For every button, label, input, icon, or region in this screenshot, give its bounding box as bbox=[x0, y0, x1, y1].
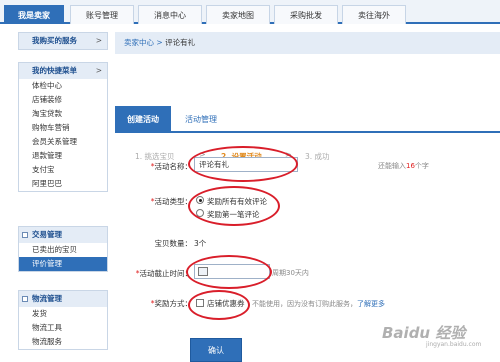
reward-option-shop-coupon: 店铺优惠券 bbox=[207, 299, 245, 308]
watermark: Baidu 经验 jingyan.baidu.com bbox=[382, 322, 494, 352]
confirm-button[interactable]: 确认 bbox=[190, 338, 242, 362]
watermark-subtext: jingyan.baidu.com bbox=[426, 341, 482, 348]
breadcrumb-seller-center[interactable]: 卖家中心 bbox=[124, 38, 154, 47]
panel-title: 我的快捷菜单 bbox=[32, 66, 77, 75]
radio-reward-first-review[interactable] bbox=[196, 209, 204, 217]
sidebar-panel-trade-header[interactable]: 交易管理 bbox=[19, 227, 107, 243]
sidebar-panel-services: 我购买的服务 > bbox=[18, 32, 108, 50]
tab-create-activity[interactable]: 创建活动 bbox=[115, 106, 171, 133]
sidebar-item-checkup[interactable]: 体检中心 bbox=[19, 79, 107, 93]
sidebar-panel-logistics-header[interactable]: 物流管理 bbox=[19, 291, 107, 307]
calendar-icon bbox=[198, 267, 208, 276]
sidebar-item-member-crm[interactable]: 会员关系管理 bbox=[19, 135, 107, 149]
chevron-right-icon: > bbox=[95, 36, 102, 45]
sidebar-panel-shortcuts: 我的快捷菜单 > 体检中心 店铺装修 淘宝贷款 购物车营销 会员关系管理 退款管… bbox=[18, 62, 108, 192]
collapse-box-icon bbox=[22, 232, 28, 238]
sidebar-item-logistics-tools[interactable]: 物流工具 bbox=[19, 321, 107, 335]
tab-wholesale[interactable]: 采购批发 bbox=[274, 5, 338, 24]
activity-name-input[interactable] bbox=[194, 157, 298, 172]
activity-type-label: *活动类型： bbox=[150, 197, 192, 206]
reward-method-label: *奖励方式： bbox=[150, 299, 192, 308]
sidebar-item-shop-decoration[interactable]: 店铺装修 bbox=[19, 93, 107, 107]
tab-messages[interactable]: 消息中心 bbox=[138, 5, 202, 24]
radio-reward-all-reviews[interactable] bbox=[196, 196, 204, 204]
collapse-box-icon bbox=[22, 296, 28, 302]
checkbox-shop-coupon[interactable] bbox=[196, 299, 204, 307]
type-option-first-review: 奖励第一笔评论 bbox=[207, 210, 260, 219]
sub-tabs: 创建活动 活动管理 bbox=[115, 106, 500, 133]
sidebar: 我购买的服务 > 我的快捷菜单 > 体检中心 店铺装修 淘宝贷款 购物车营销 会… bbox=[18, 32, 108, 362]
sidebar-item-sold-items[interactable]: 已卖出的宝贝 bbox=[19, 243, 107, 257]
breadcrumb: 卖家中心 > 评论有礼 bbox=[115, 32, 500, 54]
sidebar-item-alibaba[interactable]: 阿里巴巴 bbox=[19, 177, 107, 191]
sidebar-item-alipay[interactable]: 支付宝 bbox=[19, 163, 107, 177]
sidebar-item-ship[interactable]: 发货 bbox=[19, 307, 107, 321]
activity-name-label: *活动名称： bbox=[150, 162, 192, 171]
end-time-input[interactable] bbox=[194, 264, 270, 279]
type-option-all-reviews: 奖励所有有效评论 bbox=[207, 197, 267, 206]
sidebar-panel-shortcuts-header[interactable]: 我的快捷菜单 > bbox=[19, 63, 107, 79]
sidebar-panel-logistics: 物流管理 发货 物流工具 物流服务 bbox=[18, 290, 108, 350]
sidebar-item-refunds[interactable]: 退款管理 bbox=[19, 149, 107, 163]
sidebar-item-reviews[interactable]: 评价管理 bbox=[19, 257, 107, 271]
learn-more-link[interactable]: 了解更多 bbox=[357, 300, 385, 308]
tab-manage-activity[interactable]: 活动管理 bbox=[175, 106, 227, 133]
tab-account[interactable]: 账号管理 bbox=[70, 5, 134, 24]
sidebar-item-loans[interactable]: 淘宝贷款 bbox=[19, 107, 107, 121]
tab-seller[interactable]: 我是卖家 bbox=[4, 5, 64, 24]
tab-seller-map[interactable]: 卖家地图 bbox=[206, 5, 270, 24]
item-count-value: 3个 bbox=[194, 239, 207, 248]
watermark-text: Baidu 经验 bbox=[382, 324, 466, 342]
tab-overseas[interactable]: 卖往海外 bbox=[342, 5, 406, 24]
reward-note: 不能使用，因为没有订购此服务，了解更多 bbox=[252, 300, 385, 308]
sidebar-item-logistics-services[interactable]: 物流服务 bbox=[19, 335, 107, 349]
chevron-right-icon: > bbox=[95, 66, 102, 75]
end-time-label: *活动截止时间： bbox=[135, 269, 192, 278]
name-char-hint: 还能输入16个字 bbox=[378, 162, 429, 170]
sidebar-panel-trade: 交易管理 已卖出的宝贝 评价管理 bbox=[18, 226, 108, 272]
panel-title: 物流管理 bbox=[32, 294, 62, 303]
panel-title: 交易管理 bbox=[32, 230, 62, 239]
breadcrumb-separator: > bbox=[156, 38, 163, 47]
item-count-label: 宝贝数量： bbox=[154, 239, 193, 248]
breadcrumb-current: 评论有礼 bbox=[165, 38, 196, 47]
panel-title: 我购买的服务 bbox=[32, 36, 77, 45]
top-navigation: 我是卖家 账号管理 消息中心 卖家地图 采购批发 卖往海外 bbox=[0, 0, 500, 24]
end-time-hint: 周期30天内 bbox=[272, 269, 309, 277]
sidebar-item-cart-marketing[interactable]: 购物车营销 bbox=[19, 121, 107, 135]
step-success: 3. 成功 bbox=[305, 152, 330, 161]
sidebar-panel-services-header[interactable]: 我购买的服务 > bbox=[19, 33, 107, 49]
